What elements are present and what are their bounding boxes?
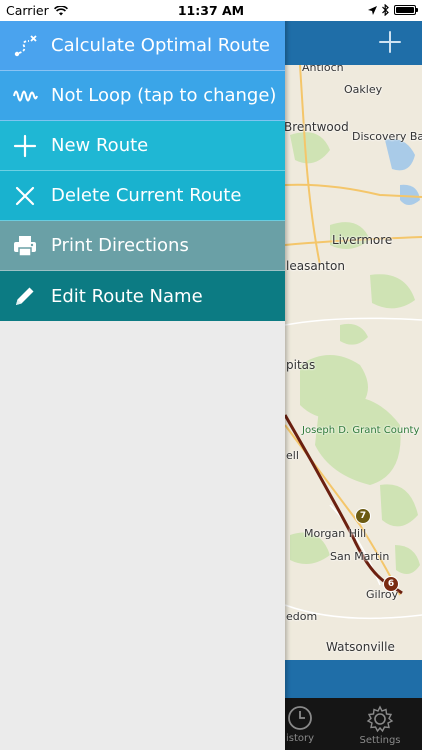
map-label-livermore: Livermore: [332, 233, 393, 247]
menu-item-delete-current-route[interactable]: Delete Current Route: [0, 171, 285, 221]
menu-item-label: Not Loop (tap to change): [51, 85, 277, 106]
map-label-park: Joseph D. Grant County Park: [302, 425, 422, 436]
side-menu-drawer: Calculate Optimal Route Not Loop (tap to…: [0, 0, 285, 750]
waveform-icon: [12, 83, 38, 109]
map-label-brentwood: Brentwood: [284, 120, 349, 134]
tab-history-label: istory: [285, 733, 315, 744]
add-icon[interactable]: [378, 30, 402, 54]
menu-item-edit-route-name[interactable]: Edit Route Name: [0, 271, 285, 321]
printer-icon: [12, 233, 38, 259]
menu-item-label: New Route: [51, 135, 149, 156]
status-bar: Carrier 11:37 AM: [0, 0, 422, 21]
menu-item-loop-toggle[interactable]: Not Loop (tap to change): [0, 71, 285, 121]
close-icon: [12, 183, 38, 209]
menu-item-label: Calculate Optimal Route: [51, 35, 270, 56]
side-menu: Calculate Optimal Route Not Loop (tap to…: [0, 21, 285, 321]
menu-item-print-directions[interactable]: Print Directions: [0, 221, 285, 271]
map-label-campbell: ell: [286, 449, 299, 462]
map-label-oakley: Oakley: [344, 83, 383, 96]
map-label-san-martin: San Martin: [330, 550, 390, 563]
menu-item-label: Edit Route Name: [51, 285, 203, 307]
menu-item-label: Print Directions: [51, 235, 189, 256]
menu-item-label: Delete Current Route: [51, 185, 242, 206]
tab-settings[interactable]: Settings: [350, 698, 410, 750]
map-label-morgan-hill: Morgan Hill: [304, 527, 367, 540]
map-label-freedom: edom: [286, 610, 318, 623]
bluetooth-icon: [382, 4, 389, 16]
pencil-icon: [12, 283, 38, 309]
route-marker-6[interactable]: 6: [383, 576, 399, 592]
route-marker-7[interactable]: 7: [355, 508, 371, 524]
menu-item-calculate-optimal-route[interactable]: Calculate Optimal Route: [0, 21, 285, 71]
clock-icon: [288, 706, 312, 730]
status-right: [368, 4, 418, 16]
status-time: 11:37 AM: [177, 3, 245, 18]
map-label-milpitas: pitas: [286, 358, 316, 372]
map-label-watsonville: Watsonville: [326, 640, 395, 654]
gear-icon: [366, 705, 394, 733]
map-label-discovery-bay: Discovery Bay: [352, 130, 422, 143]
map-label-pleasanton: leasanton: [286, 259, 345, 273]
location-arrow-icon: [368, 5, 377, 15]
map-label-antioch: Antioch: [302, 65, 344, 74]
tab-settings-label: Settings: [359, 735, 401, 746]
menu-item-new-route[interactable]: New Route: [0, 121, 285, 171]
battery-icon: [394, 5, 418, 15]
route-optimize-icon: [12, 33, 38, 59]
plus-icon: [12, 133, 38, 159]
